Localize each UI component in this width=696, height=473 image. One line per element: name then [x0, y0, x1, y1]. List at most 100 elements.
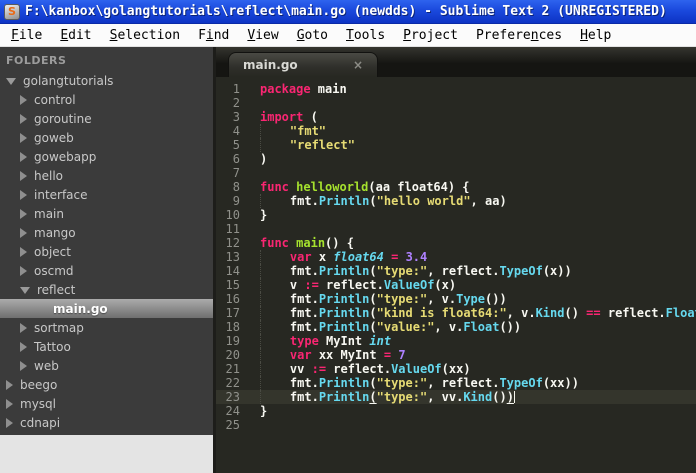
line-number: 17	[225, 306, 240, 320]
code-line[interactable]: 21 vv := reflect.ValueOf(xx)	[216, 362, 696, 376]
line-number: 18	[225, 320, 240, 334]
code-token: type	[289, 334, 319, 348]
tree-file-main-go[interactable]: main.go	[0, 299, 213, 318]
code-token: Println	[318, 390, 370, 404]
code-line-text: fmt.Println("type:", reflect.TypeOf(x))	[242, 264, 572, 278]
code-token: :=	[304, 278, 319, 292]
menu-item-preferences[interactable]: Preferences	[467, 26, 571, 45]
triangle-right-icon[interactable]	[20, 360, 27, 371]
code-line[interactable]: 14 fmt.Println("type:", reflect.TypeOf(x…	[216, 264, 696, 278]
triangle-right-icon[interactable]	[20, 189, 27, 200]
tree-folder-mysql[interactable]: mysql	[0, 394, 213, 413]
menu-item-file[interactable]: File	[2, 26, 51, 45]
code-line[interactable]: 7	[216, 166, 696, 180]
tree-folder-sortmap[interactable]: sortmap	[0, 318, 213, 337]
code-line[interactable]: 24}	[216, 404, 696, 418]
triangle-right-icon[interactable]	[20, 341, 27, 352]
code-line[interactable]: 10}	[216, 208, 696, 222]
triangle-right-icon[interactable]	[6, 379, 13, 390]
code-line[interactable]: 17 fmt.Println("kind is float64:", v.Kin…	[216, 306, 696, 320]
code-line[interactable]: 18 fmt.Println("value:", v.Float())	[216, 320, 696, 334]
line-number: 2	[232, 96, 240, 110]
tree-folder-control[interactable]: control	[0, 90, 213, 109]
tree-folder-hello[interactable]: hello	[0, 166, 213, 185]
triangle-right-icon[interactable]	[20, 265, 27, 276]
menu-item-tools[interactable]: Tools	[337, 26, 394, 45]
code-line[interactable]: 20 var xx MyInt = 7	[216, 348, 696, 362]
code-line[interactable]: 4 "fmt"	[216, 124, 696, 138]
code-line[interactable]: 12 func main() {	[216, 236, 696, 250]
line-number: 1	[232, 82, 240, 96]
indent-guide	[260, 292, 290, 306]
file-indent-spacer	[34, 308, 46, 309]
triangle-right-icon[interactable]	[20, 170, 27, 181]
tree-folder-gowebapp[interactable]: gowebapp	[0, 147, 213, 166]
triangle-down-icon[interactable]	[6, 78, 16, 85]
menu-item-project[interactable]: Project	[394, 26, 467, 45]
tree-folder-interface[interactable]: interface	[0, 185, 213, 204]
triangle-right-icon[interactable]	[20, 113, 27, 124]
code-line[interactable]: 8 func helloworld(aa float64) {	[216, 180, 696, 194]
code-token: ValueOf	[383, 278, 435, 292]
triangle-right-icon[interactable]	[20, 94, 27, 105]
tree-folder-reflect[interactable]: reflect	[0, 280, 213, 299]
code-token: x	[311, 250, 334, 264]
code-line[interactable]: 11	[216, 222, 696, 236]
triangle-right-icon[interactable]	[20, 208, 27, 219]
code-line[interactable]: 23 fmt.Println("type:", vv.Kind())	[216, 390, 696, 404]
code-line[interactable]: 13 var x float64 = 3.4	[216, 250, 696, 264]
text-cursor	[513, 391, 515, 403]
code-line[interactable]: 9 fmt.Println("hello world", aa)	[216, 194, 696, 208]
tree-folder-golangtutorials[interactable]: golangtutorials	[0, 71, 213, 90]
code-line[interactable]: 22 fmt.Println("type:", reflect.TypeOf(x…	[216, 376, 696, 390]
tab-label: main.go	[243, 58, 298, 72]
menu-item-view[interactable]: View	[238, 26, 287, 45]
tree-folder-web[interactable]: web	[0, 356, 213, 375]
tree-folder-mango[interactable]: mango	[0, 223, 213, 242]
menu-item-help[interactable]: Help	[571, 26, 620, 45]
code-line[interactable]: 16 fmt.Println("type:", v.Type())	[216, 292, 696, 306]
tree-folder-goweb[interactable]: goweb	[0, 128, 213, 147]
triangle-right-icon[interactable]	[6, 417, 13, 428]
code-line[interactable]: 25	[216, 418, 696, 432]
code-token: MyInt	[318, 334, 370, 348]
line-number: 5	[232, 138, 240, 152]
triangle-right-icon[interactable]	[20, 322, 27, 333]
tab-main-go[interactable]: main.go ×	[228, 52, 378, 77]
code-editor[interactable]: 1 package main 2 3 import (4 "fmt" 5 "reflect…	[216, 77, 696, 473]
triangle-right-icon[interactable]	[6, 398, 13, 409]
tree-folder-object[interactable]: object	[0, 242, 213, 261]
menu-item-selection[interactable]: Selection	[101, 26, 189, 45]
tree-folder-tattoo[interactable]: Tattoo	[0, 337, 213, 356]
line-number: 22	[225, 376, 240, 390]
triangle-right-icon[interactable]	[20, 246, 27, 257]
menu-item-edit[interactable]: Edit	[51, 26, 100, 45]
code-line[interactable]: 19 type MyInt int	[216, 334, 696, 348]
code-token: "fmt"	[289, 124, 327, 138]
code-line[interactable]: 3 import (	[216, 110, 696, 124]
tree-folder-cdnapi[interactable]: cdnapi	[0, 413, 213, 432]
code-token: ())	[485, 292, 507, 306]
indent-guide	[260, 250, 290, 264]
code-line[interactable]: 5 "reflect"	[216, 138, 696, 152]
code-token: helloworld	[296, 180, 369, 194]
triangle-right-icon[interactable]	[20, 227, 27, 238]
tree-folder-goroutine[interactable]: goroutine	[0, 109, 213, 128]
close-icon[interactable]: ×	[353, 58, 363, 72]
triangle-right-icon[interactable]	[20, 132, 27, 143]
tree-folder-oscmd[interactable]: oscmd	[0, 261, 213, 280]
code-line[interactable]: 6)	[216, 152, 696, 166]
menu-item-goto[interactable]: Goto	[288, 26, 337, 45]
tree-folder-main[interactable]: main	[0, 204, 213, 223]
indent-guide	[260, 278, 290, 292]
code-line-text: fmt.Println("type:", reflect.TypeOf(xx))	[242, 376, 579, 390]
title-bar[interactable]: S F:\kanbox\golangtutorials\reflect\main…	[0, 0, 696, 24]
code-line[interactable]: 1 package main	[216, 82, 696, 96]
tree-folder-beego[interactable]: beego	[0, 375, 213, 394]
triangle-down-icon[interactable]	[20, 287, 30, 294]
menu-item-find[interactable]: Find	[189, 26, 238, 45]
code-line[interactable]: 2	[216, 96, 696, 110]
code-line[interactable]: 15 v := reflect.ValueOf(x)	[216, 278, 696, 292]
triangle-right-icon[interactable]	[20, 151, 27, 162]
